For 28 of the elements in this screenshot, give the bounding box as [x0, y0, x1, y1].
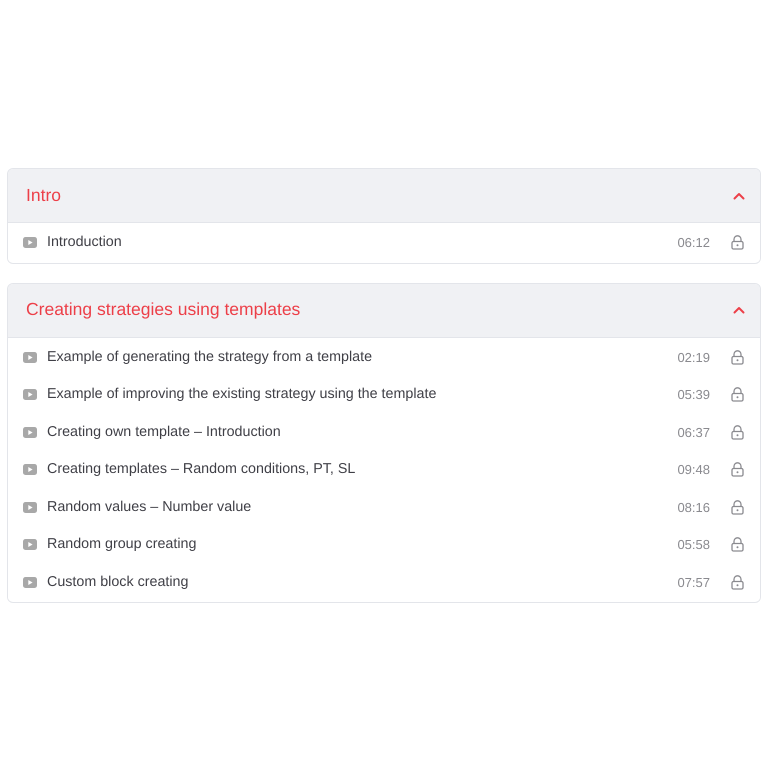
lesson-title: Creating templates – Random conditions, PT, SL: [47, 460, 356, 480]
lesson-title: Creating own template – Introduction: [47, 422, 282, 442]
play-icon: [23, 502, 37, 513]
play-icon: [23, 426, 37, 438]
lesson-title: Custom block creating: [47, 572, 190, 592]
chevron-up-icon[interactable]: [733, 192, 745, 200]
lesson-title: Example of generating the strategy from a template: [47, 348, 374, 367]
play-icon: [23, 352, 37, 363]
play-icon: [23, 389, 37, 400]
lesson-duration: 07:57: [677, 574, 710, 592]
play-icon: [23, 539, 37, 550]
lesson-duration: 08:16: [677, 498, 710, 516]
lesson-title: Example of improving the existing strategy using the template: [47, 385, 438, 404]
section-title: Intro: [26, 186, 62, 204]
lesson-title: Random values – Number value: [47, 498, 252, 517]
lesson-duration: 05:58: [677, 536, 710, 554]
play-icon: [23, 237, 37, 248]
play-icon: [23, 576, 37, 588]
lesson-duration: 05:39: [677, 386, 710, 404]
lesson-title: Introduction: [47, 233, 123, 252]
chevron-up-icon[interactable]: [733, 306, 745, 314]
play-icon: [23, 464, 37, 476]
lesson-title: Random group creating: [47, 535, 198, 554]
lesson-duration: 06:12: [677, 234, 710, 252]
lesson-duration: 09:48: [677, 461, 710, 479]
lesson-duration: 06:37: [677, 424, 710, 442]
lesson-duration: 02:19: [677, 348, 710, 366]
section-title: Creating strategies using templates: [26, 301, 300, 319]
